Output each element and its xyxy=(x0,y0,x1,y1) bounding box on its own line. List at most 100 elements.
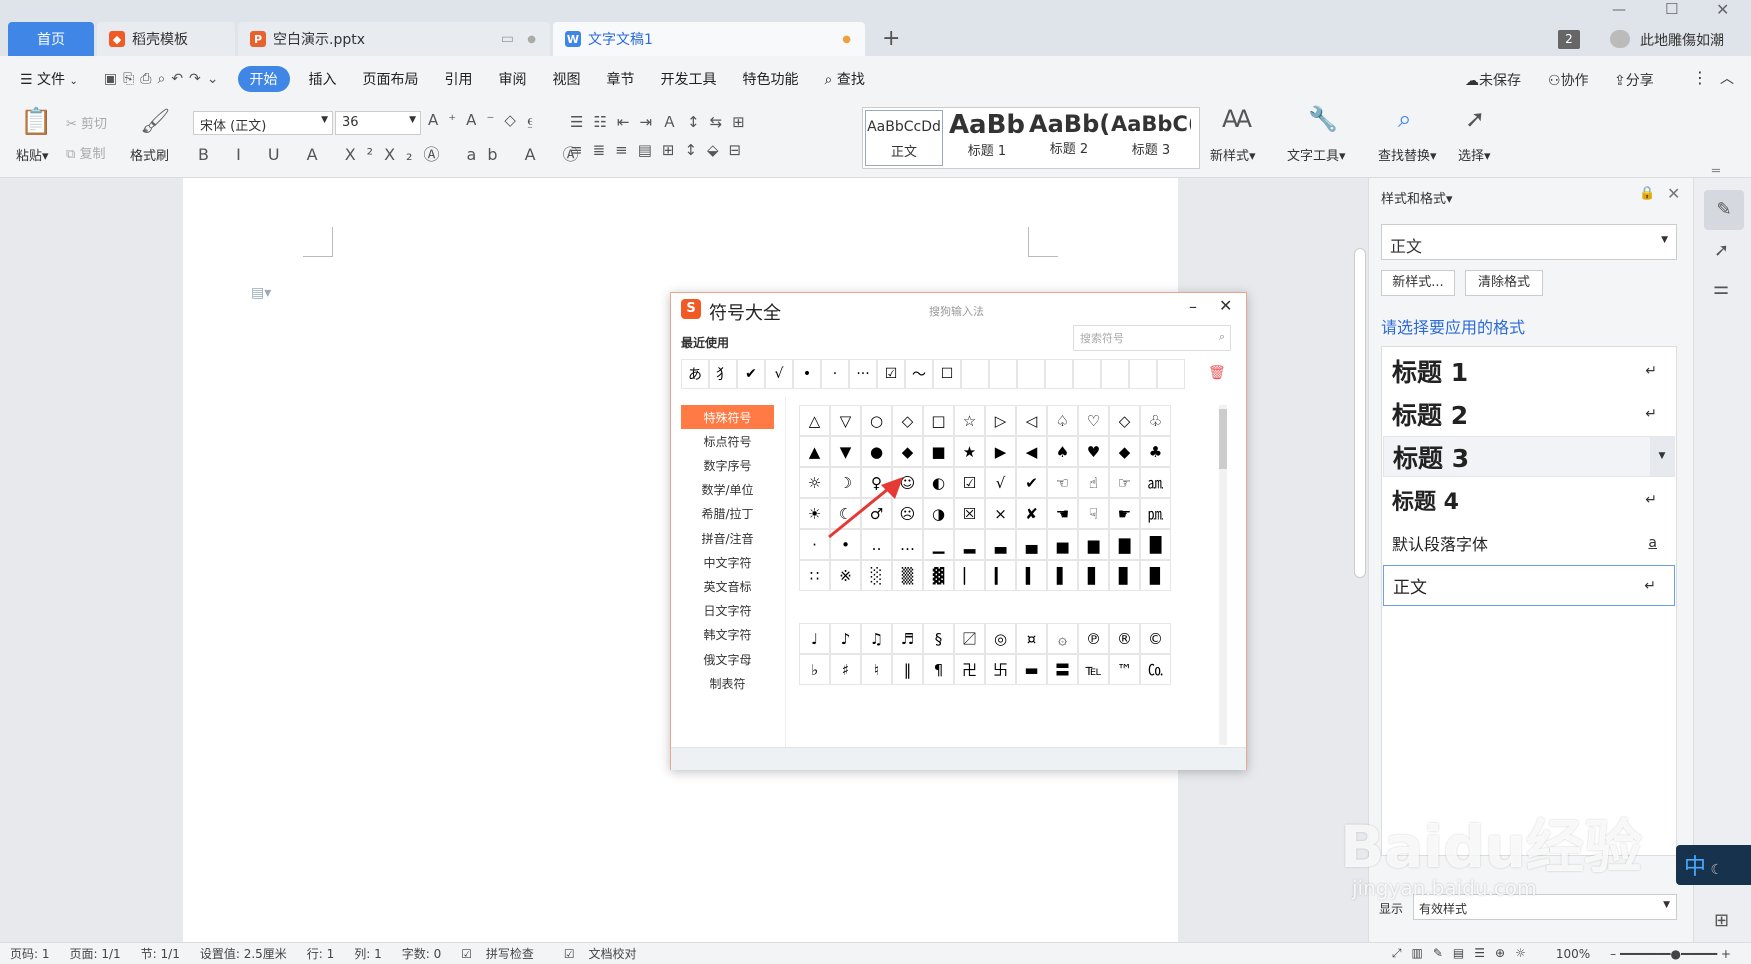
symbol-cell[interactable]: ▎ xyxy=(985,560,1016,591)
current-style-select[interactable]: 正文 ▼ xyxy=(1381,224,1677,260)
symbol-cell[interactable]: ♤ xyxy=(1047,405,1078,436)
symbol-cell[interactable]: ‖ xyxy=(892,654,923,685)
paragraph-options-icon[interactable]: ▤▾ xyxy=(251,285,271,301)
symbol-cell[interactable]: ☜ xyxy=(1047,467,1078,498)
lock-icon[interactable]: 🔒 xyxy=(1639,186,1655,201)
symbol-category[interactable]: 希腊/拉丁 xyxy=(681,502,774,526)
menu-reference[interactable]: 引用 xyxy=(432,69,486,89)
view-mode-icons[interactable]: ⤢▥✎▤☰⊕☼ xyxy=(1382,946,1546,961)
symbol-cell[interactable]: △ xyxy=(799,405,830,436)
symbol-cell[interactable]: ▌ xyxy=(1047,560,1078,591)
symbol-cell[interactable]: ¤ xyxy=(1016,623,1047,654)
symbol-cell[interactable]: ▶ xyxy=(985,436,1016,467)
new-tab-plus-icon[interactable]: + xyxy=(882,26,900,51)
symbol-cell[interactable]: ♪ xyxy=(830,623,861,654)
symbol-cell[interactable]: ○ xyxy=(861,405,892,436)
symbol-cell[interactable]: ▲ xyxy=(799,436,830,467)
recent-symbol[interactable]: √ xyxy=(765,359,793,389)
unsaved-button[interactable]: ☁未保存 xyxy=(1465,70,1521,90)
font-style-icons[interactable]: B I U A X²X₂Ⓐ ab A Ⓐ xyxy=(198,141,590,165)
symbol-cell[interactable]: ■ xyxy=(923,436,954,467)
wrench-icon[interactable]: 🔧 xyxy=(1308,105,1338,133)
window-count-badge[interactable]: 2 xyxy=(1558,30,1580,49)
symbol-category[interactable]: 中文字符 xyxy=(681,550,774,574)
recent-symbol[interactable]: ✔ xyxy=(737,359,765,389)
symbol-cell[interactable]: ▍ xyxy=(1016,560,1047,591)
symbol-cell[interactable]: ▊ xyxy=(1109,560,1140,591)
style-item-h2[interactable]: 标题 2 ↵ xyxy=(1383,393,1675,434)
symbol-cell[interactable]: ™ xyxy=(1109,654,1140,685)
paragraph-icons-top[interactable]: ☰☷⇤⇥Ａ↕⇆⊞ xyxy=(570,111,755,132)
tab-home[interactable]: 首页 xyxy=(8,22,94,56)
symbol-cell[interactable]: ♠ xyxy=(1047,436,1078,467)
symbol-cell[interactable]: 〼 xyxy=(954,623,985,654)
symbol-cell[interactable]: ▄ xyxy=(1016,529,1047,560)
file-menu[interactable]: ☰ 文件 ⌄ xyxy=(0,69,91,89)
find-replace-button[interactable]: 查找替换▾ xyxy=(1378,145,1437,164)
symbol-cell[interactable]: ☆ xyxy=(954,405,985,436)
avatar[interactable] xyxy=(1610,30,1630,48)
symbol-cell[interactable]: ☚ xyxy=(1047,498,1078,529)
symbol-cell[interactable]: ☝ xyxy=(1078,467,1109,498)
symbol-cell[interactable]: ◁ xyxy=(1016,405,1047,436)
font-grow-shrink-icons[interactable]: A⁺A⁻◇⍷ xyxy=(428,111,545,129)
symbol-category[interactable]: 制表符 xyxy=(681,671,774,695)
dialog-scroll-thumb[interactable] xyxy=(1219,409,1227,469)
symbol-cell[interactable]: ☟ xyxy=(1078,498,1109,529)
symbol-cell[interactable]: ◐ xyxy=(923,467,954,498)
symbol-category[interactable]: 韩文字符 xyxy=(681,623,774,647)
style-item-h1[interactable]: 标题 1 ↵ xyxy=(1383,350,1675,391)
recent-symbol[interactable]: ⺨ xyxy=(709,359,737,389)
symbol-cell[interactable]: ▂ xyxy=(954,529,985,560)
symbol-cell[interactable]: ♡ xyxy=(1078,405,1109,436)
new-style-button[interactable]: 新样式▾ xyxy=(1210,145,1256,164)
symbol-cell[interactable]: 卍 xyxy=(954,654,985,685)
menu-insert[interactable]: 插入 xyxy=(296,69,350,89)
user-name[interactable]: 此地雕傷如潮 xyxy=(1640,30,1724,50)
new-style-icon[interactable]: Ꜳ xyxy=(1222,105,1252,133)
symbol-cell[interactable]: ♥ xyxy=(1078,436,1109,467)
symbol-cell[interactable]: ☒ xyxy=(954,498,985,529)
style-h1[interactable]: AaBb 标题 1 xyxy=(947,110,1027,166)
symbol-cell[interactable]: ℡ xyxy=(1078,654,1109,685)
recent-symbol[interactable] xyxy=(1129,359,1157,389)
dialog-close-icon[interactable]: ✕ xyxy=(1219,296,1232,315)
style-item-h3[interactable]: 标题 3 ▼ xyxy=(1383,436,1675,477)
symbol-category[interactable]: 日文字符 xyxy=(681,599,774,623)
zoom-slider[interactable]: – ━━━━━━━●━━━━━ + xyxy=(1600,947,1751,961)
dialog-scrollbar[interactable] xyxy=(1219,405,1227,745)
cut-button[interactable]: ✂ 剪切 xyxy=(66,113,107,132)
symbol-category[interactable]: 数学/单位 xyxy=(681,478,774,502)
recent-symbol[interactable]: あ xyxy=(681,359,709,389)
clear-format-button[interactable]: 清除格式 xyxy=(1465,270,1543,296)
style-item-h4[interactable]: 标题 4 ↵ xyxy=(1383,479,1675,520)
menu-features[interactable]: 特色功能 xyxy=(730,69,812,89)
collab-button[interactable]: ⚇协作 xyxy=(1548,70,1589,90)
symbol-cell[interactable]: ✘ xyxy=(1016,498,1047,529)
symbol-cell[interactable]: ♮ xyxy=(861,654,892,685)
recent-symbol[interactable]: ☐ xyxy=(933,359,961,389)
symbol-cell[interactable]: ▏ xyxy=(954,560,985,591)
symbol-cell[interactable]: ® xyxy=(1109,623,1140,654)
symbol-cell[interactable]: ℗ xyxy=(1078,623,1109,654)
apps-grid-icon[interactable]: ⊞ xyxy=(1714,910,1729,931)
symbol-cell[interactable]: √ xyxy=(985,467,1016,498)
symbol-cell[interactable]: ☛ xyxy=(1109,498,1140,529)
symbol-cell[interactable]: ㏇ xyxy=(1140,654,1171,685)
style-normal[interactable]: AaBbCcDd 正文 xyxy=(865,110,943,166)
font-size-select[interactable]: 36 ▼ xyxy=(335,111,421,135)
menu-start[interactable]: 开始 xyxy=(237,65,290,92)
recent-symbol[interactable] xyxy=(989,359,1017,389)
recent-symbol[interactable] xyxy=(961,359,989,389)
symbol-category[interactable]: 数字序号 xyxy=(681,453,774,477)
trash-icon[interactable]: 🗑 xyxy=(1208,365,1226,381)
symbol-cell[interactable]: ✔ xyxy=(1016,467,1047,498)
sliders-icon[interactable]: ⚌ xyxy=(1713,278,1729,299)
symbol-cell[interactable]: ▷ xyxy=(985,405,1016,436)
ime-badge[interactable]: 中 ☾ xyxy=(1676,845,1751,885)
more-icon[interactable]: ⋮ xyxy=(1692,68,1708,87)
chevron-down-icon[interactable]: ▼ xyxy=(1650,437,1674,476)
symbol-cell[interactable]: □ xyxy=(923,405,954,436)
maximize-icon[interactable]: ☐ xyxy=(1665,0,1678,18)
symbol-cell[interactable]: 卐 xyxy=(985,654,1016,685)
